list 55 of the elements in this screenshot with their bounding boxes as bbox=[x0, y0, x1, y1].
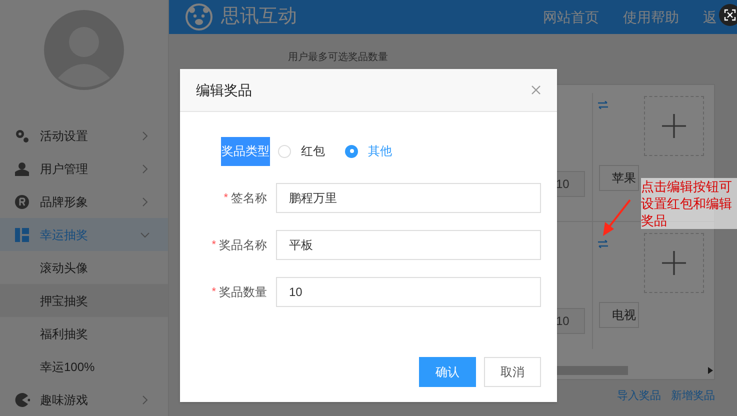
logo-text: 思讯互动 bbox=[221, 4, 297, 29]
field-label: 奖品数量 bbox=[219, 284, 267, 301]
field-label: 奖品名称 bbox=[219, 237, 267, 254]
radio-option[interactable]: 其他 bbox=[345, 142, 392, 160]
menu-item[interactable]: 品牌形象 bbox=[0, 185, 168, 218]
annotation-text: 点击编辑按钮可设置红包和编辑奖品 bbox=[641, 178, 737, 229]
hint-text: 用户最多可选奖品数量 bbox=[288, 50, 389, 65]
chevron-right-icon bbox=[140, 394, 150, 404]
scroll-right-icon bbox=[708, 367, 713, 374]
brand-icon bbox=[14, 194, 30, 210]
nav-link[interactable]: 返 bbox=[703, 6, 717, 28]
chevron-right-icon bbox=[140, 164, 150, 174]
field-label: 奖品类型 bbox=[221, 136, 270, 166]
prize-name-field[interactable]: 电视 bbox=[599, 302, 639, 328]
swap-icon[interactable] bbox=[598, 101, 608, 109]
required-mark: * bbox=[224, 190, 228, 206]
fullscreen-icon[interactable] bbox=[719, 4, 737, 26]
grid-icon bbox=[14, 226, 30, 242]
required-mark: * bbox=[212, 284, 216, 300]
chevron-right-icon bbox=[140, 196, 150, 206]
input-field[interactable]: 10 bbox=[276, 277, 541, 307]
required-mark: * bbox=[212, 238, 216, 253]
chevron-down-icon bbox=[140, 230, 150, 240]
submenu-item[interactable]: 押宝抽奖 bbox=[0, 284, 168, 317]
radio-button[interactable] bbox=[278, 144, 291, 158]
input-field[interactable]: 平板 bbox=[276, 230, 541, 260]
prize-name-field[interactable]: 苹果 bbox=[599, 165, 639, 191]
bear-logo-icon bbox=[185, 3, 213, 31]
game-icon bbox=[14, 392, 30, 408]
submenu-item[interactable]: 福利抽奖 bbox=[0, 317, 168, 350]
menu-item[interactable]: 趣味游戏 bbox=[0, 383, 168, 416]
close-icon[interactable] bbox=[531, 85, 541, 95]
user-icon bbox=[14, 160, 30, 176]
input-field[interactable]: 鹏程万里 bbox=[276, 183, 541, 213]
radio-option[interactable]: 红包 bbox=[278, 142, 325, 160]
chevron-right-icon bbox=[140, 130, 150, 140]
swap-icon[interactable] bbox=[598, 240, 608, 248]
confirm-button[interactable]: 确认 bbox=[419, 357, 476, 387]
annotation-arrow bbox=[600, 199, 632, 237]
field-label: 签名称 bbox=[231, 190, 267, 207]
plus-icon bbox=[662, 251, 686, 275]
avatar-icon bbox=[44, 10, 124, 90]
menu-item[interactable]: 活动设置 bbox=[0, 119, 168, 152]
cancel-button[interactable]: 取消 bbox=[484, 357, 541, 387]
upload-box[interactable] bbox=[644, 96, 704, 156]
submenu-item[interactable]: 幸运100% bbox=[0, 350, 168, 383]
nav-link[interactable]: 使用帮助 bbox=[623, 6, 679, 28]
nav-link[interactable]: 网站首页 bbox=[543, 6, 599, 28]
upload-box[interactable] bbox=[644, 233, 704, 293]
menu-item[interactable]: 用户管理 bbox=[0, 152, 168, 185]
plus-icon bbox=[662, 114, 686, 138]
dialog-title: 编辑奖品 bbox=[196, 80, 252, 100]
submenu-item[interactable]: 滚动头像 bbox=[0, 251, 168, 284]
radio-button[interactable] bbox=[345, 144, 358, 158]
gear-icon bbox=[14, 128, 30, 144]
